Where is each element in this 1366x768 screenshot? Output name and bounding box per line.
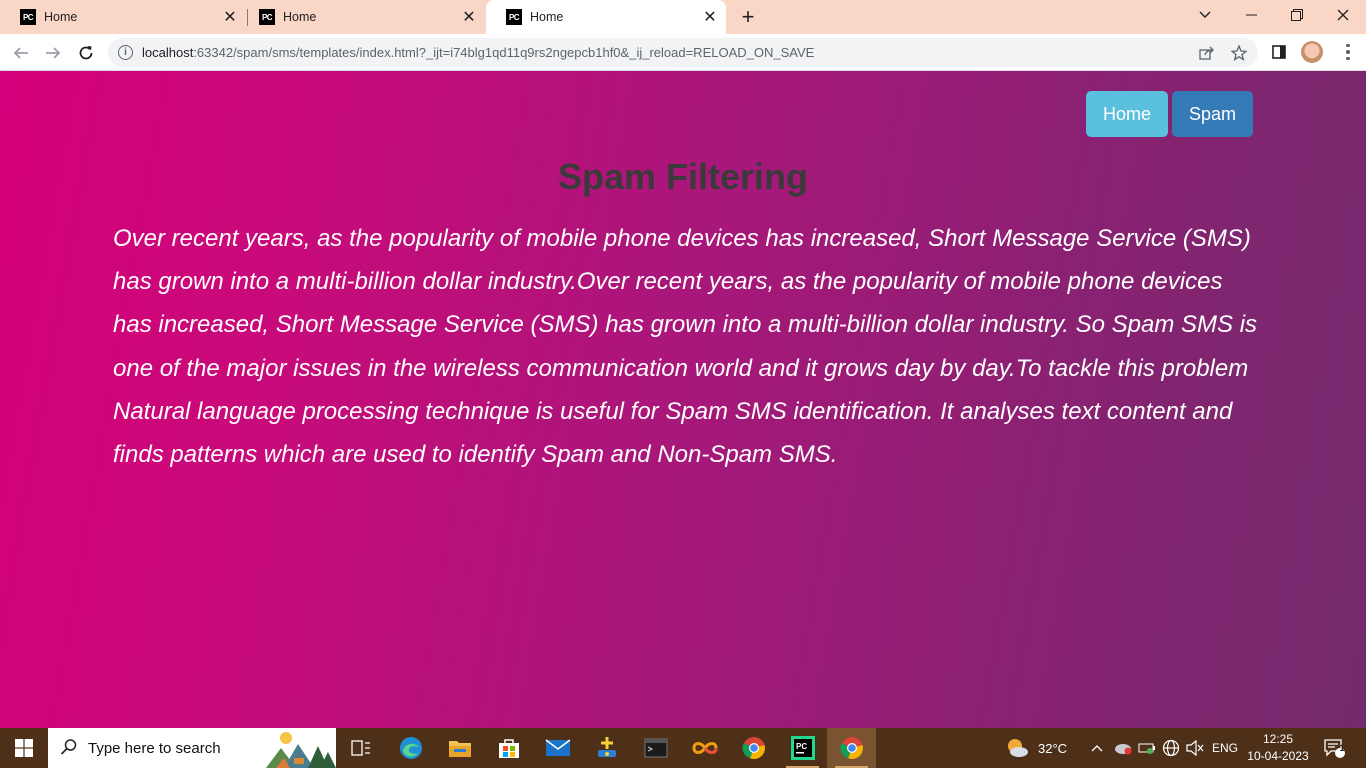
page-title: Spam Filtering [557,156,809,197]
notification-count-badge: 1 [1339,743,1345,753]
tab-strip: PC Home ✕ PC Home ✕ PC Home ✕ + [0,0,1366,34]
taskbar: Type here to search PC 32°C ENG 12:25 10… [0,728,1366,768]
tab-title: Home [283,10,317,24]
more-menu-icon[interactable] [1338,41,1358,63]
game-app-icon[interactable] [582,728,631,768]
browser-toolbar: i localhost:63342/spam/sms/templates/ind… [0,34,1366,71]
profile-avatar[interactable] [1301,41,1323,63]
notification-center-icon[interactable]: 1 [1323,728,1345,768]
restore-button[interactable] [1274,0,1320,30]
language-indicator[interactable]: ENG [1212,728,1238,768]
url-path: :63342/spam/sms/templates/index.html?_ij… [193,45,815,60]
chrome-icon[interactable] [729,728,778,768]
task-view-icon[interactable] [336,728,385,768]
tab-title: Home [530,10,564,24]
tab-home-1[interactable]: PC Home ✕ [0,0,246,34]
file-explorer-icon[interactable] [435,728,484,768]
pycharm-icon[interactable]: PC [778,728,827,768]
share-icon[interactable] [1198,44,1216,62]
close-icon[interactable]: ✕ [220,7,240,27]
show-hidden-icons-chevron-icon[interactable] [1091,728,1103,768]
forward-arrow-icon[interactable] [41,41,65,65]
url-text[interactable]: localhost:63342/spam/sms/templates/index… [142,45,814,60]
tab-search-chevron-icon[interactable] [1182,0,1228,30]
infinity-app-icon[interactable] [680,728,729,768]
url-host: localhost [142,45,194,60]
edge-browser-icon[interactable] [386,728,435,768]
weather-widget[interactable]: 32°C [1004,728,1067,768]
pycharm-favicon-icon: PC [20,9,36,25]
back-arrow-icon[interactable] [9,41,33,65]
onedrive-cloud-icon[interactable] [1113,728,1133,768]
spam-button[interactable]: Spam [1172,91,1253,137]
chrome-active-icon[interactable] [827,728,876,768]
tab-home-active[interactable]: PC Home ✕ [486,0,726,34]
system-clock[interactable]: 12:25 10-04-2023 [1244,731,1312,765]
description-paragraph: Over recent years, as the popularity of … [113,225,1258,469]
site-info-icon[interactable]: i [118,45,133,60]
close-icon[interactable]: ✕ [700,7,720,27]
close-window-button[interactable] [1320,0,1366,30]
new-tab-button[interactable]: + [737,6,759,28]
battery-icon[interactable] [1138,728,1156,768]
svg-text:PC: PC [796,742,807,751]
tab-home-2[interactable]: PC Home ✕ [239,0,485,34]
search-highlight-illustration-icon [266,732,336,768]
terminal-icon[interactable] [631,728,680,768]
clock-time: 12:25 [1262,732,1294,746]
network-globe-icon[interactable] [1162,728,1180,768]
close-icon[interactable]: ✕ [459,7,479,27]
pycharm-favicon-icon: PC [506,9,522,25]
microsoft-store-icon[interactable] [484,728,533,768]
clock-date: 10-04-2023 [1247,749,1309,763]
search-icon [60,738,78,761]
pycharm-favicon-icon: PC [259,9,275,25]
bookmark-star-icon[interactable] [1230,44,1248,62]
reload-icon[interactable] [74,41,98,65]
search-placeholder: Type here to search [88,740,221,757]
tab-title: Home [44,10,78,24]
windows-start-icon[interactable] [0,728,48,768]
side-panel-icon[interactable] [1269,42,1289,62]
weather-cloud-icon [1008,739,1028,757]
volume-muted-icon[interactable] [1186,728,1204,768]
mail-icon[interactable] [533,728,582,768]
temperature-text: 32°C [1038,740,1068,756]
home-button[interactable]: Home [1086,91,1168,137]
page-body: Home Spam Spam Filtering Over recent yea… [0,71,1366,728]
taskbar-search-box[interactable]: Type here to search [48,728,336,768]
address-bar[interactable]: i localhost:63342/spam/sms/templates/ind… [108,38,1258,67]
minimize-button[interactable] [1228,0,1274,30]
